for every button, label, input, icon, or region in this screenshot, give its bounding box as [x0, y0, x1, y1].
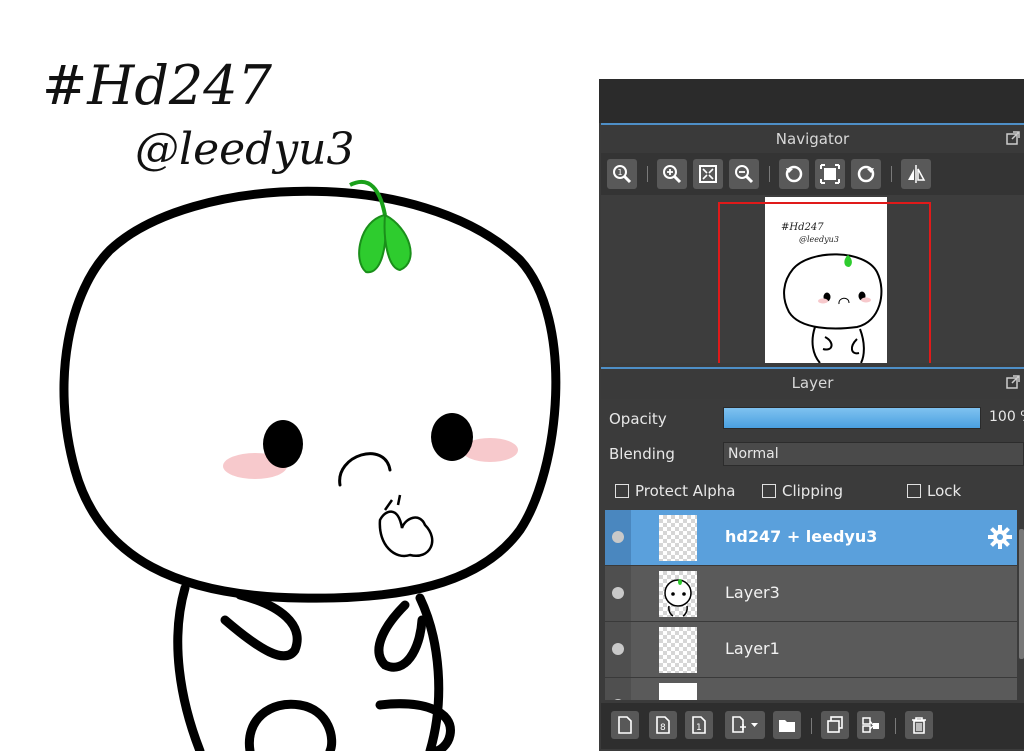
clipping-checkbox[interactable]: Clipping: [762, 482, 843, 500]
new-8bit-layer-icon[interactable]: 8: [649, 711, 677, 739]
navigator-title: Navigator: [775, 130, 850, 148]
clipping-label: Clipping: [782, 482, 844, 500]
layer-bottom-toolbar: 8 1: [601, 703, 1024, 749]
flip-horizontal-icon[interactable]: [901, 159, 931, 189]
svg-text:8: 8: [660, 723, 666, 733]
drawing-canvas[interactable]: #Hd247 @leedyu3: [0, 0, 600, 751]
opacity-label: Opacity: [609, 410, 667, 428]
blending-label: Blending: [609, 445, 675, 463]
visibility-eye-icon[interactable]: [612, 699, 624, 700]
navigator-header: Navigator: [601, 123, 1024, 155]
navigator-toolbar: 1: [601, 153, 1024, 195]
zoom-in-icon[interactable]: [657, 159, 687, 189]
navigator-preview[interactable]: #Hd247 @leedyu3: [601, 195, 1024, 363]
rotate-left-icon[interactable]: [779, 159, 809, 189]
duplicate-layer-icon[interactable]: [821, 711, 849, 739]
layer-list: hd247 + leedyu3 Layer3 Layer1: [605, 510, 1017, 700]
new-1bit-layer-icon[interactable]: 1: [685, 711, 713, 739]
handwriting-handle: @leedyu3: [135, 124, 355, 175]
svg-text:1: 1: [696, 723, 702, 733]
arm-left: [220, 590, 302, 661]
popout-icon[interactable]: [1006, 375, 1020, 389]
character-drawing: #Hd247 @leedyu3: [42, 54, 561, 751]
foot-left: [244, 699, 337, 751]
gear-icon[interactable]: [987, 524, 1013, 550]
visibility-eye-icon[interactable]: [612, 643, 624, 655]
blending-select[interactable]: Normal: [723, 442, 1024, 466]
visibility-eye-icon[interactable]: [612, 531, 624, 543]
fit-window-icon[interactable]: [693, 159, 723, 189]
visibility-eye-icon[interactable]: [612, 587, 624, 599]
delete-layer-icon[interactable]: [905, 711, 933, 739]
body-left-side: [173, 583, 205, 751]
eye-left: [263, 420, 303, 468]
protect-alpha-label: Protect Alpha: [635, 482, 736, 500]
lock-label: Lock: [927, 482, 962, 500]
layer-name: Layer1: [725, 639, 780, 658]
opacity-value: 100 %: [989, 409, 1024, 425]
layer-thumbnail: [659, 515, 697, 561]
character-head: [59, 186, 561, 603]
checkbox-box[interactable]: [615, 484, 629, 498]
checkbox-box[interactable]: [907, 484, 921, 498]
svg-text:1: 1: [618, 168, 623, 177]
layer-thumbnail: [659, 571, 697, 617]
layer-thumbnail: [659, 683, 697, 700]
layer-row-layer3[interactable]: Layer3: [605, 566, 1017, 622]
new-folder-icon[interactable]: [773, 711, 801, 739]
layer-list-scrollbar[interactable]: [1019, 529, 1024, 659]
layer-thumbnail: [659, 627, 697, 673]
opacity-slider[interactable]: [723, 407, 981, 429]
layer-row-hd247[interactable]: hd247 + leedyu3: [605, 510, 1017, 566]
side-panel: Navigator 1 #Hd247 @leedyu3 Layer Opacit…: [599, 79, 1024, 751]
reset-view-icon[interactable]: [815, 159, 845, 189]
layer-row-partial[interactable]: [605, 678, 1017, 700]
add-layer-dropdown-icon[interactable]: [725, 711, 765, 739]
protect-alpha-checkbox[interactable]: Protect Alpha: [615, 482, 735, 500]
checkbox-box[interactable]: [762, 484, 776, 498]
layer-header: Layer: [601, 367, 1024, 399]
layer-row-layer1[interactable]: Layer1: [605, 622, 1017, 678]
merge-down-icon[interactable]: [857, 711, 885, 739]
navigator-view-frame[interactable]: [718, 202, 931, 363]
new-layer-icon[interactable]: [611, 711, 639, 739]
arm-right: [374, 600, 427, 672]
lock-checkbox[interactable]: Lock: [907, 482, 961, 500]
eye-right: [431, 413, 473, 461]
rotate-right-icon[interactable]: [851, 159, 881, 189]
popout-icon[interactable]: [1006, 131, 1020, 145]
layer-title: Layer: [791, 374, 834, 392]
layer-name: Layer3: [725, 583, 780, 602]
handwriting-tag: #Hd247: [42, 54, 273, 117]
panel-top-bar: [599, 79, 1024, 123]
layer-name: hd247 + leedyu3: [725, 527, 878, 546]
zoom-actual-icon[interactable]: 1: [607, 159, 637, 189]
zoom-out-icon[interactable]: [729, 159, 759, 189]
